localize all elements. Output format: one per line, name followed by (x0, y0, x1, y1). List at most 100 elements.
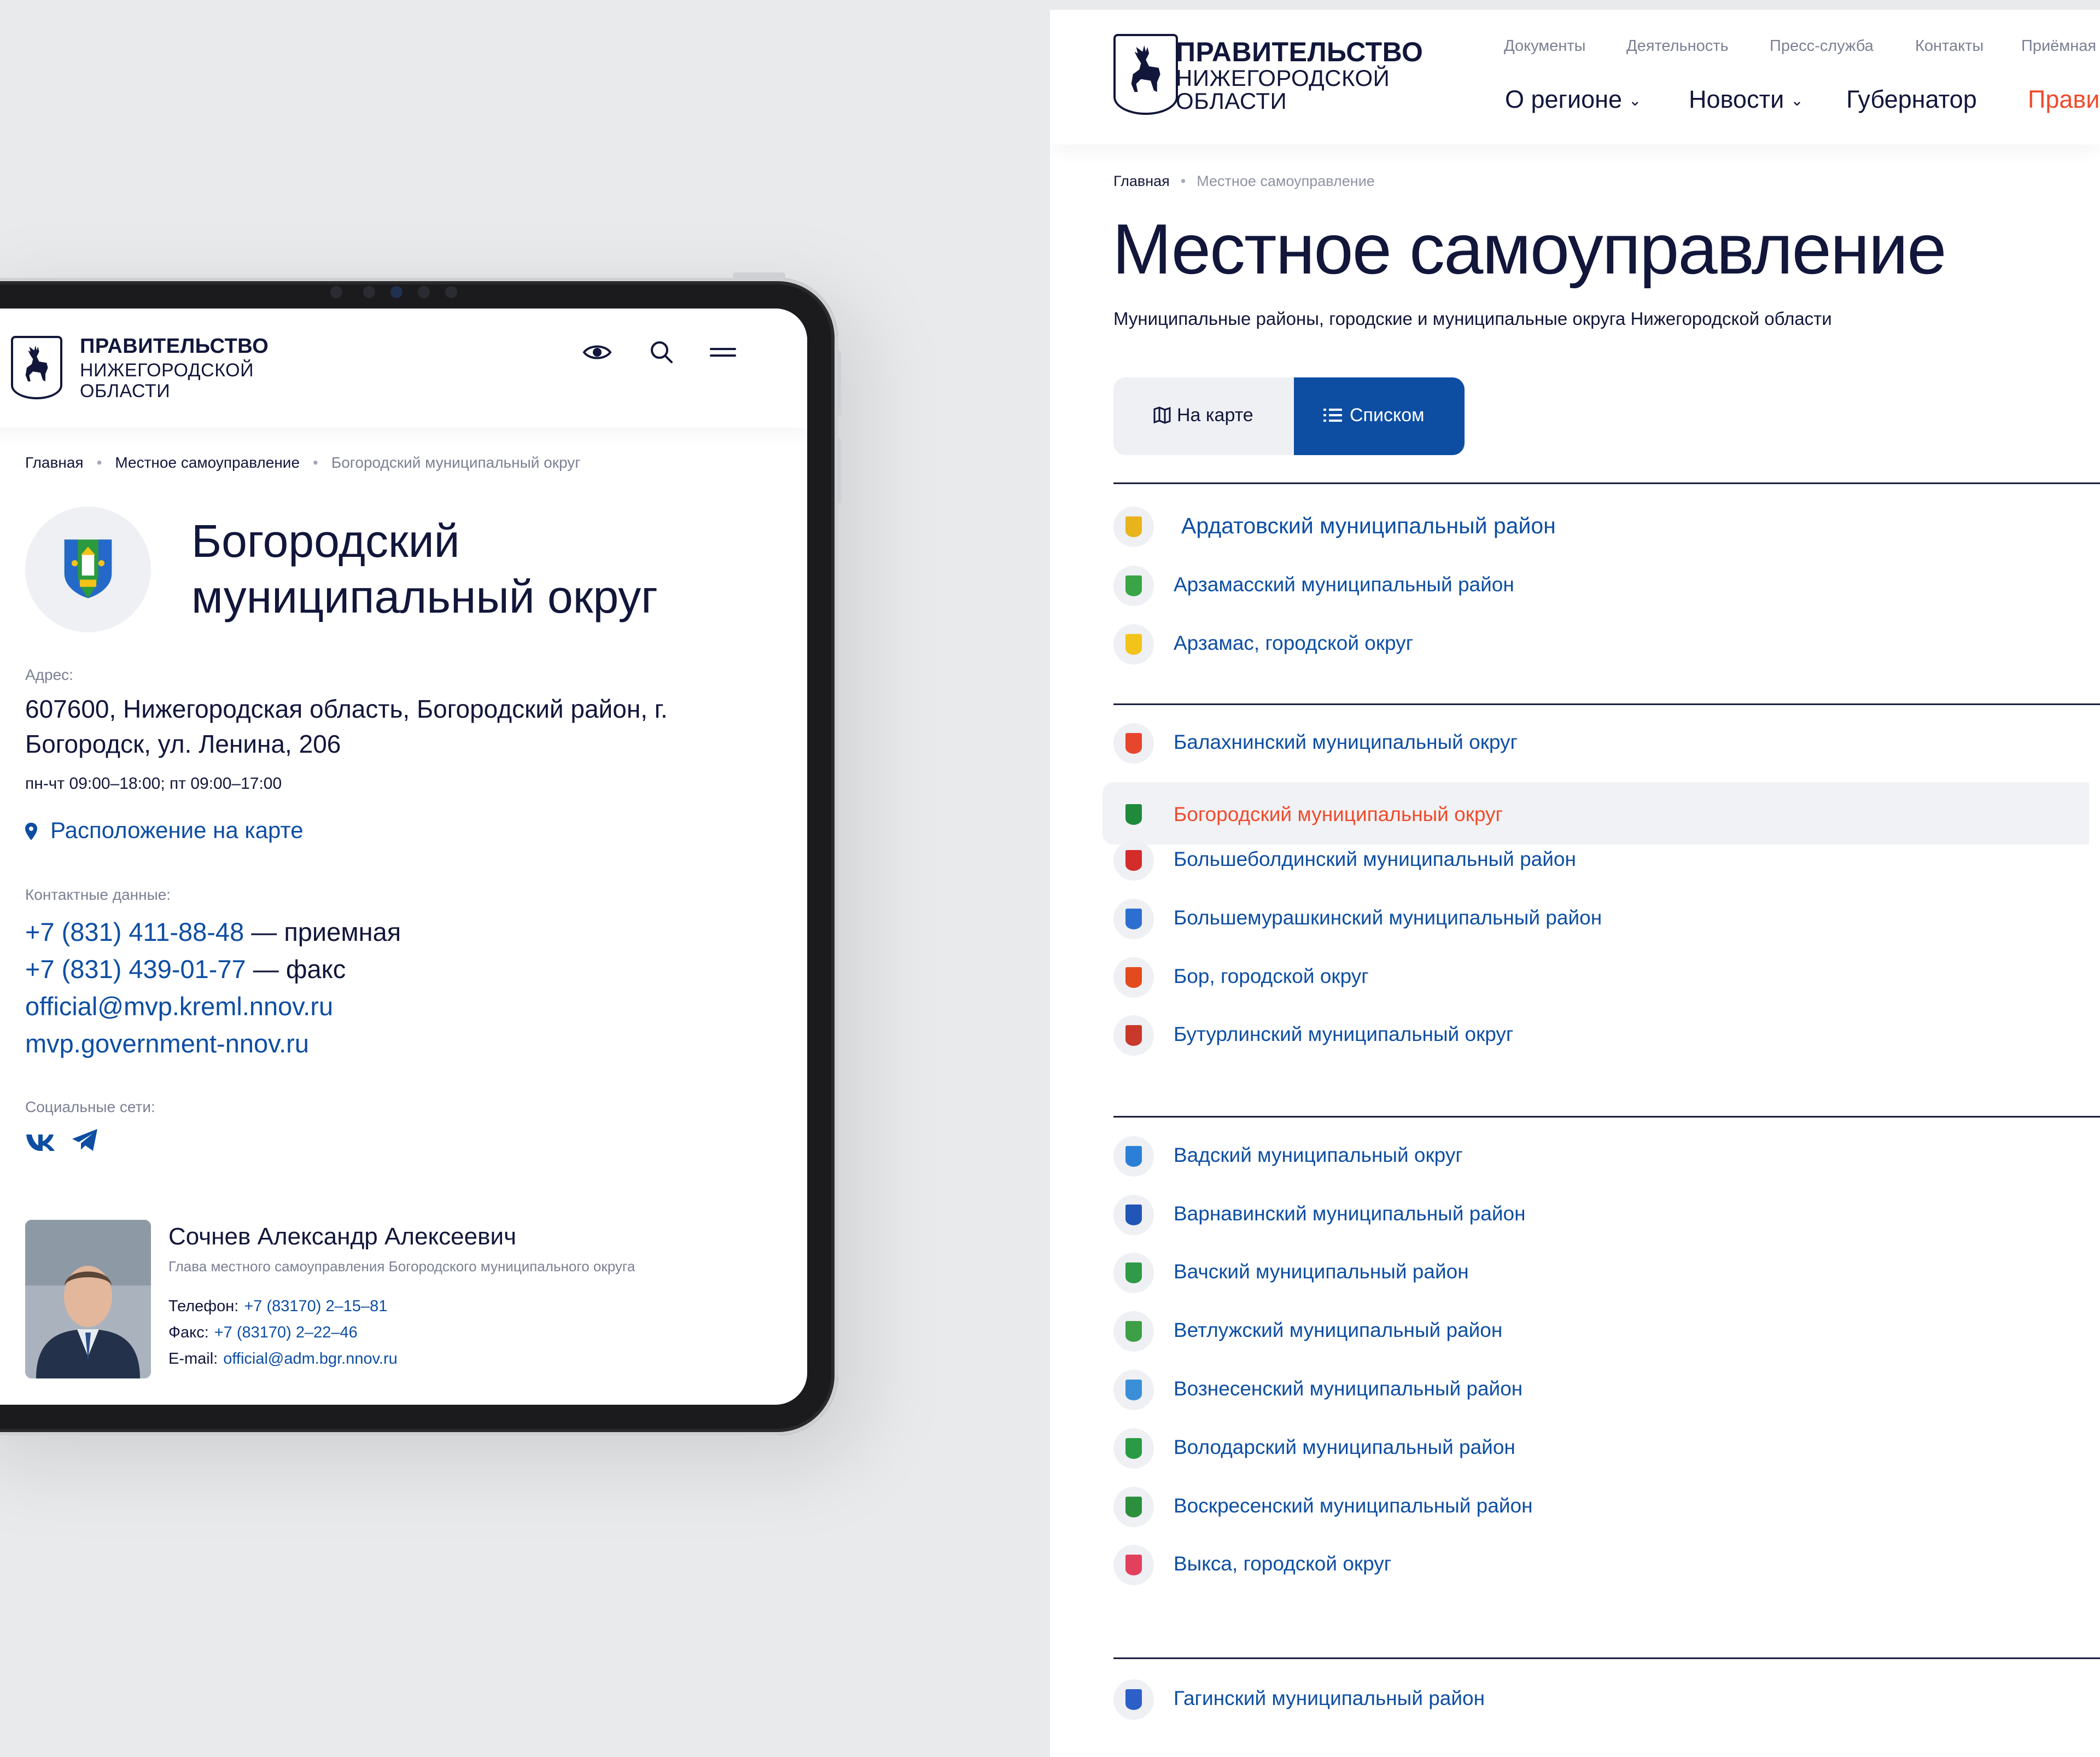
brand-line: ОБЛАСТИ (80, 381, 171, 402)
view-list-button[interactable]: Списком (1294, 377, 1465, 455)
list-item[interactable]: Вадский муниципальный округ (1113, 1127, 2100, 1182)
district-name: Бутурлинский муниципальный округ (1174, 1023, 1514, 1045)
nav-news[interactable]: Новости ⌄ (1689, 85, 1804, 114)
top-nav-documents[interactable]: Документы (1504, 37, 1586, 55)
menu-icon[interactable] (707, 336, 739, 369)
official-email: E-mail: official@adm.bgr.nnov.ru (168, 1350, 398, 1368)
district-emblem-icon (1113, 723, 1154, 764)
working-hours: пн-чт 09:00–18:00; пт 09:00–17:00 (25, 775, 282, 793)
district-emblem-icon (1113, 1136, 1154, 1177)
list-item[interactable]: Гагинский муниципальный район (1113, 1671, 2100, 1725)
list-item[interactable]: Бор, городской округ (1113, 949, 2100, 1003)
top-nav-press[interactable]: Пресс-служба (1770, 37, 1874, 55)
district-emblem-icon (1113, 507, 1154, 547)
fax-label: Факс: (168, 1324, 209, 1341)
list-item[interactable]: Арзамас, городской округ (1113, 615, 2100, 670)
district-name: Варнавинский муниципальный район (1174, 1202, 1526, 1225)
list-item[interactable]: Ардатовский муниципальный район (1113, 498, 2100, 552)
tablet-side-button (836, 438, 841, 503)
phone-link[interactable]: +7 (831) 411-88-48 (25, 917, 244, 946)
view-map-button[interactable]: На карте (1113, 377, 1294, 455)
phone-note: — приемная (251, 917, 401, 946)
district-emblem-icon (1113, 1679, 1154, 1720)
district-emblem-icon (1113, 1311, 1154, 1352)
map-pin-icon (25, 823, 37, 840)
fax-link[interactable]: +7 (831) 439-01-77 (25, 955, 246, 984)
district-name: Богородский муниципальный округ (1174, 803, 1503, 825)
official-photo (25, 1220, 151, 1378)
official-email-link[interactable]: official@adm.bgr.nnov.ru (223, 1350, 398, 1368)
district-emblem-icon (1113, 1253, 1154, 1293)
district-name: Арзамас, городской округ (1174, 632, 1414, 654)
district-name: Арзамасский муниципальный район (1174, 573, 1514, 596)
top-nav-contacts[interactable]: Контакты (1915, 37, 1984, 55)
group-divider (1113, 482, 2100, 484)
list-item[interactable]: Воскресенский муниципальный район (1113, 1478, 2100, 1533)
view-map-label: На карте (1177, 405, 1253, 426)
email-link[interactable]: official@mvp.kreml.nnov.ru (25, 991, 333, 1021)
nav-governor[interactable]: Губернатор (1846, 85, 1977, 114)
district-name: Балахнинский муниципальный округ (1174, 731, 1518, 753)
official-fax-value[interactable]: +7 (83170) 2–22–46 (214, 1324, 358, 1341)
district-emblem-icon (1113, 1545, 1154, 1585)
district-name: Гагинский муниципальный район (1174, 1687, 1485, 1709)
top-nav-reception[interactable]: Приёмная (2021, 37, 2096, 55)
coat-of-arms-logo[interactable] (11, 336, 62, 399)
district-name: Воскресенский муниципальный район (1174, 1494, 1533, 1517)
breadcrumb-section[interactable]: Местное самоуправление (115, 454, 300, 471)
list-item[interactable]: Большемурашкинский муниципальный район (1113, 890, 2100, 945)
telegram-icon[interactable] (71, 1128, 100, 1155)
district-emblem (25, 507, 151, 632)
group-divider (1113, 1116, 2100, 1118)
breadcrumb-home[interactable]: Главная (25, 454, 84, 471)
district-emblem-icon (1113, 1195, 1154, 1235)
coat-of-arms-logo[interactable] (1113, 34, 1178, 115)
vk-icon[interactable] (25, 1131, 57, 1156)
list-item[interactable]: Балахнинский муниципальный округ (1113, 714, 2100, 769)
brand-subtitle: НИЖЕГОРОДСКОЙ ОБЛАСТИ (80, 360, 254, 402)
list-item[interactable]: Володарский муниципальный район (1113, 1419, 2100, 1474)
breadcrumb-home[interactable]: Главная (1113, 173, 1170, 189)
nav-government[interactable]: Прави (2028, 85, 2099, 114)
phone-fax: +7 (831) 439-01-77 — факс (25, 954, 346, 984)
tablet-screen: ПРАВИТЕЛЬСТВО НИЖЕГОРОДСКОЙ ОБЛАСТИ Глав… (0, 309, 807, 1405)
list-item[interactable]: Арзамасский муниципальный район (1113, 557, 2100, 612)
official-phone-link[interactable]: +7 (83170) 2–15–81 (244, 1298, 387, 1315)
view-list-label: Списком (1350, 405, 1425, 426)
district-coat-of-arms-icon (64, 539, 112, 598)
eye-icon[interactable] (581, 336, 614, 369)
district-name: Вадский муниципальный округ (1174, 1144, 1463, 1166)
district-emblem-icon (1113, 1015, 1154, 1056)
tablet-header: ПРАВИТЕЛЬСТВО НИЖЕГОРОДСКОЙ ОБЛАСТИ (0, 309, 807, 428)
list-item[interactable]: Варнавинский муниципальный район (1113, 1186, 2100, 1241)
nav-about-region[interactable]: О регионе ⌄ (1505, 85, 1641, 114)
map-location-link[interactable]: Расположение на карте (25, 817, 304, 843)
district-name: Выкса, городской округ (1174, 1552, 1392, 1575)
list-icon (1323, 409, 1342, 422)
breadcrumb-current: Местное самоуправление (1197, 173, 1375, 189)
map-link-label: Расположение на карте (50, 817, 304, 843)
brand-line: НИЖЕГОРОДСКОЙ (1176, 65, 1390, 91)
district-name: Большеболдинский муниципальный район (1174, 848, 1576, 870)
list-item[interactable]: Вачский муниципальный район (1113, 1244, 2100, 1299)
district-emblem-icon (1113, 1428, 1154, 1469)
nav-label: Новости (1689, 85, 1784, 113)
list-item[interactable]: Большеболдинский муниципальный район (1113, 831, 2100, 886)
tablet-camera (390, 286, 402, 298)
list-item[interactable]: Бутурлинский муниципальный округ (1113, 1007, 2100, 1061)
website-link[interactable]: mvp.government-nnov.ru (25, 1028, 309, 1058)
tablet-camera (330, 286, 342, 298)
list-item[interactable]: Ветлужский муниципальный район (1113, 1302, 2100, 1357)
search-icon[interactable] (645, 336, 678, 369)
district-name: Ветлужский муниципальный район (1174, 1319, 1503, 1341)
breadcrumb: Главная • Местное самоуправление • Богородск… (25, 454, 580, 472)
list-item[interactable]: Выкса, городской округ (1113, 1536, 2100, 1591)
breadcrumb-separator: • (313, 454, 318, 471)
district-emblem-icon (1113, 1370, 1154, 1410)
district-emblem-icon (1113, 1487, 1154, 1527)
list-item[interactable]: Вознесенский муниципальный район (1113, 1361, 2100, 1416)
brand-title: ПРАВИТЕЛЬСТВО (1176, 37, 1424, 67)
top-nav-activity[interactable]: Деятельность (1626, 37, 1729, 55)
email-label: E-mail: (168, 1350, 218, 1368)
nav-label: О регионе (1505, 85, 1623, 113)
